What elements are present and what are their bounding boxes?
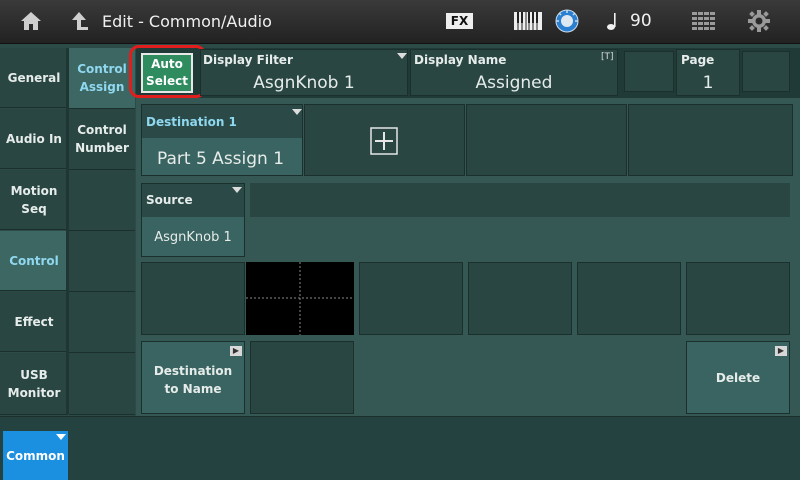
curve-param-slot [686,262,790,335]
delete-label: Delete [715,371,761,385]
subtab-empty [69,353,135,415]
display-filter-value: AsgnKnob 1 [253,73,355,93]
display-filter[interactable]: Display Filter AsgnKnob 1 [200,49,408,96]
subtab-empty [69,231,135,292]
subtab-empty [69,292,135,353]
display-filter-label: Display Filter [203,53,293,67]
auto-select-button[interactable]: Auto Select [141,53,193,93]
tempo-value[interactable]: 90 [630,11,652,31]
tab-control-label: Control [9,253,59,268]
home-icon[interactable] [20,10,42,32]
curve-param-slot [359,262,463,335]
dropdown-triangle-icon [56,434,66,440]
page-value: 1 [702,73,714,93]
destination-selector[interactable]: Destination 1 Part 5 Assign 1 [141,104,303,176]
tab-effect-label: Effect [14,314,54,329]
tab-control[interactable]: Control [0,231,68,291]
gear-icon[interactable] [748,10,770,32]
destination-slot [466,104,627,176]
curve-crosshair [246,262,354,335]
tab-usb-monitor[interactable]: USB Monitor [0,353,68,415]
tab-effect[interactable]: Effect [0,292,68,352]
dial-icon[interactable] [555,9,579,33]
common-tab-label: Common [6,448,65,463]
subtab-control-number[interactable]: Control Number [69,109,135,170]
auto-select-label: Auto Select [146,57,188,88]
add-destination-button[interactable] [304,104,465,176]
tab-motion-seq-label: Motion Seq [10,183,58,216]
curve-param-slot [468,262,572,335]
keyboard-icon[interactable] [514,12,542,30]
curve-graph[interactable] [246,262,354,335]
destination-value: Part 5 Assign 1 [157,149,285,169]
tab-general-label: General [7,70,61,85]
header-bar: Edit - Common/Audio FX 90 [0,0,800,44]
destination-to-name-button[interactable]: ▶ Destination to Name [141,341,245,414]
arrow-right-icon: ▶ [775,346,787,356]
display-name[interactable]: Display Name [T] Assigned [410,49,618,96]
dropdown-triangle-icon [232,187,242,193]
grid-icon[interactable] [692,12,716,30]
plus-icon [370,127,398,155]
tab-audio-in-label: Audio In [6,131,62,146]
destination-slot [628,104,793,176]
source-bar [250,183,790,217]
delete-button[interactable]: ▶ Delete [686,341,790,414]
destination-to-name-label: Destination to Name [153,364,233,396]
display-name-value: Assigned [475,73,553,93]
source-label: Source [146,193,193,207]
source-value: AsgnKnob 1 [154,230,232,245]
fx-icon[interactable]: FX [446,13,473,29]
bottom-bar [0,416,800,480]
subtab-control-assign[interactable]: Control Assign [69,48,135,109]
tab-general[interactable]: General [0,48,68,108]
dropdown-triangle-icon [292,109,302,115]
curve-param-slot [577,262,681,335]
tab-usb-monitor-label: USB Monitor [7,367,61,400]
curve-slot [141,262,245,335]
action-slot [250,341,354,414]
dropdown-triangle-icon [397,53,407,59]
page-title: Edit - Common/Audio [102,12,272,31]
text-entry-icon: [T] [601,52,614,62]
page-selector[interactable]: Page 1 [676,49,740,96]
note-icon [607,13,616,30]
subtab-empty [69,170,135,231]
display-name-label: Display Name [414,53,507,67]
source-selector[interactable]: Source AsgnKnob 1 [141,183,245,257]
empty-slot [742,51,790,92]
up-arrow-icon[interactable] [68,10,90,32]
page-label: Page [681,53,715,67]
tab-motion-seq[interactable]: Motion Seq [0,170,68,230]
subtab-control-assign-label: Control Assign [77,62,127,94]
subtab-control-number-label: Control Number [75,123,129,155]
arrow-right-icon: ▶ [230,346,242,356]
empty-slot [624,51,674,92]
common-tab[interactable]: Common [3,431,68,480]
tab-audio-in[interactable]: Audio In [0,109,68,169]
destination-label: Destination 1 [146,115,237,129]
